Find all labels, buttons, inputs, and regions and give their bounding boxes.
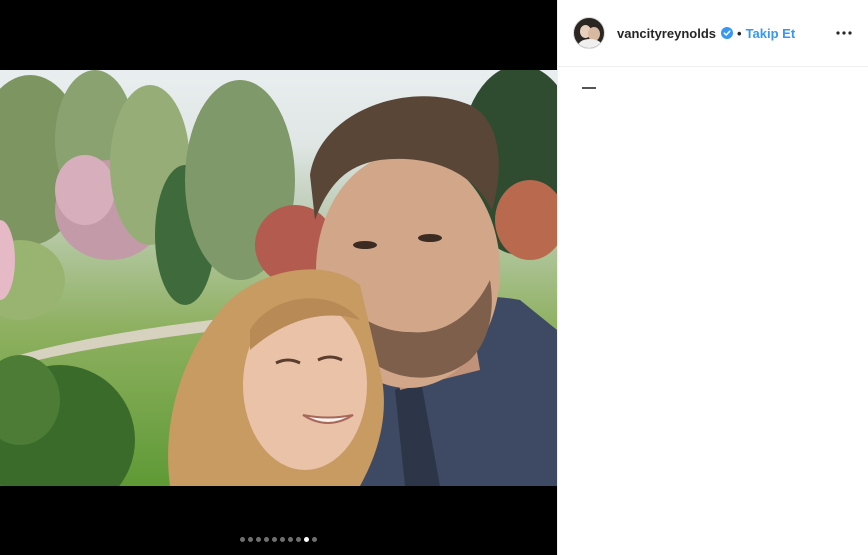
username-link[interactable]: vancityreynolds xyxy=(617,26,716,41)
follow-button[interactable]: Takip Et xyxy=(746,26,796,41)
carousel-dot[interactable] xyxy=(280,537,285,542)
verified-badge-icon xyxy=(721,27,733,39)
carousel-dot[interactable] xyxy=(256,537,261,542)
carousel-dot[interactable] xyxy=(240,537,245,542)
carousel-dot[interactable] xyxy=(296,537,301,542)
carousel-dot[interactable] xyxy=(304,537,309,542)
carousel-dot[interactable] xyxy=(248,537,253,542)
carousel-dot[interactable] xyxy=(288,537,293,542)
post-photo[interactable] xyxy=(0,70,557,486)
separator-dot: • xyxy=(737,25,742,41)
carousel-indicator xyxy=(0,537,557,543)
selfie-photo-illustration xyxy=(0,70,557,486)
post-header: vancityreynolds • Takip Et xyxy=(558,0,868,67)
comment-placeholder xyxy=(582,87,596,89)
carousel-dot[interactable] xyxy=(264,537,269,542)
more-options-icon[interactable] xyxy=(834,23,854,43)
post-side-panel: vancityreynolds • Takip Et xyxy=(557,0,868,555)
carousel-dot[interactable] xyxy=(272,537,277,542)
comments-area xyxy=(558,67,868,109)
post-media[interactable] xyxy=(0,0,557,555)
carousel-dot[interactable] xyxy=(312,537,317,542)
avatar[interactable] xyxy=(573,17,605,49)
